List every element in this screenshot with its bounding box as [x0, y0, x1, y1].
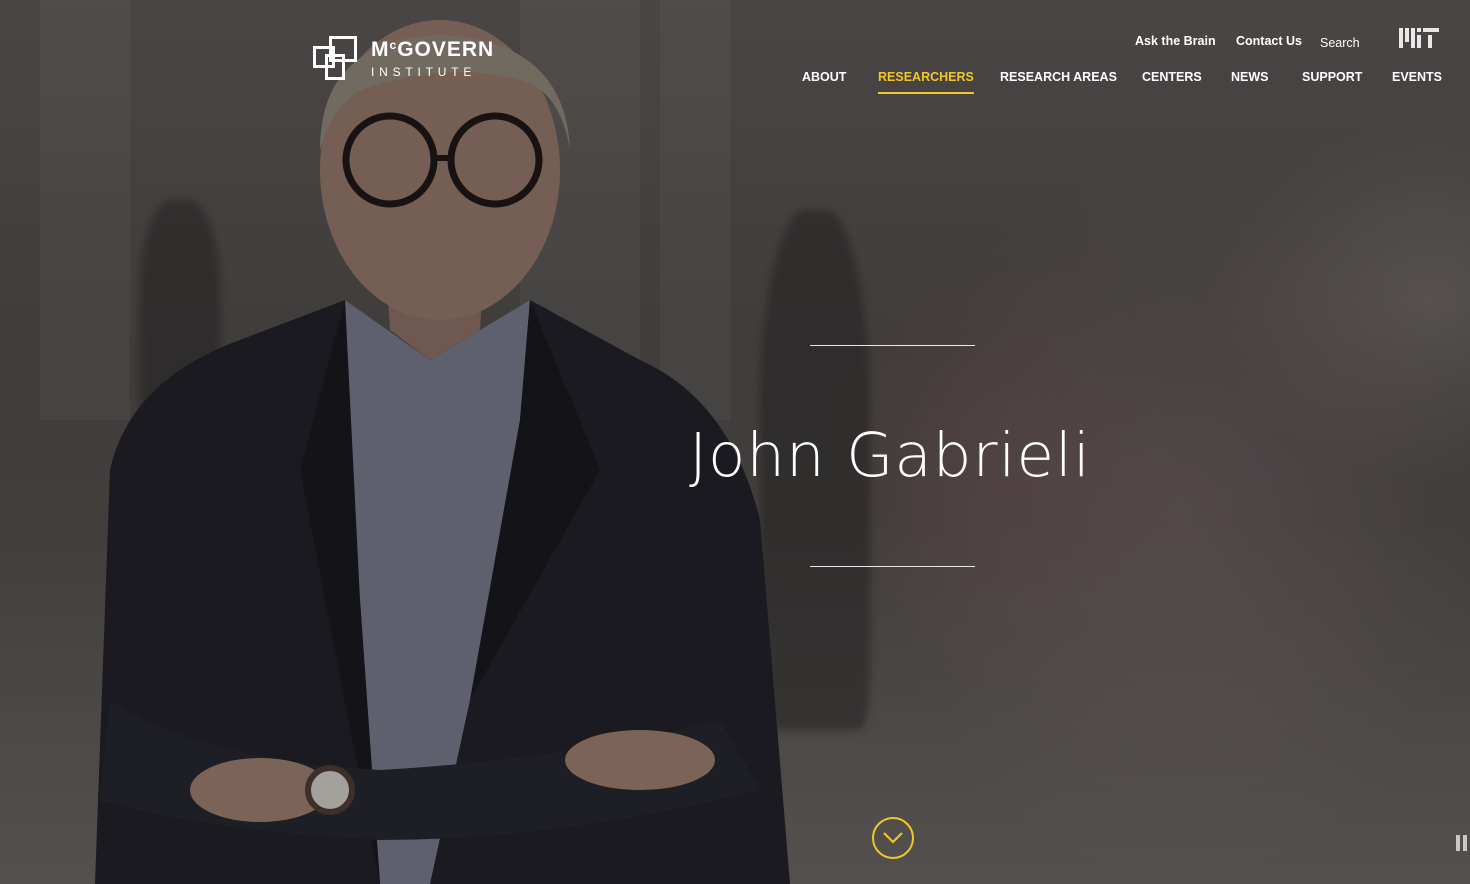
nav-item-researchers[interactable]: RESEARCHERS [878, 70, 974, 94]
logo-subtitle: INSTITUTE [371, 64, 477, 79]
nav-item-research-areas[interactable]: RESEARCH AREAS [1000, 70, 1117, 92]
mit-logo-icon[interactable] [1399, 28, 1439, 48]
nav-item-news[interactable]: NEWS [1231, 70, 1269, 92]
title-rule-top [810, 345, 975, 346]
nav-item-about[interactable]: ABOUT [802, 70, 846, 92]
chevron-down-icon [883, 832, 903, 844]
scroll-down-button[interactable] [872, 817, 914, 859]
pause-icon [1456, 835, 1460, 851]
nav-item-events[interactable]: EVENTS [1392, 70, 1442, 92]
title-rule-bottom [810, 566, 975, 567]
mcgovern-logo-icon [313, 36, 357, 80]
logo-name: McGOVERN [371, 39, 494, 60]
logo-wordmark: McGOVERN INSTITUTE [371, 39, 494, 78]
logo-name-rest: GOVERN [397, 37, 495, 61]
ask-the-brain-link[interactable]: Ask the Brain [1135, 34, 1216, 48]
contact-us-link[interactable]: Contact Us [1236, 34, 1302, 48]
logo-name-prefix: M [371, 37, 390, 61]
page-title: John Gabrieli [689, 420, 1091, 491]
logo-name-sup: c [389, 37, 398, 52]
site-logo[interactable]: McGOVERN INSTITUTE [313, 36, 494, 80]
nav-item-centers[interactable]: CENTERS [1142, 70, 1202, 92]
nav-item-support[interactable]: SUPPORT [1302, 70, 1362, 92]
pause-video-button[interactable] [1456, 835, 1468, 851]
search-link[interactable]: Search [1320, 36, 1360, 50]
